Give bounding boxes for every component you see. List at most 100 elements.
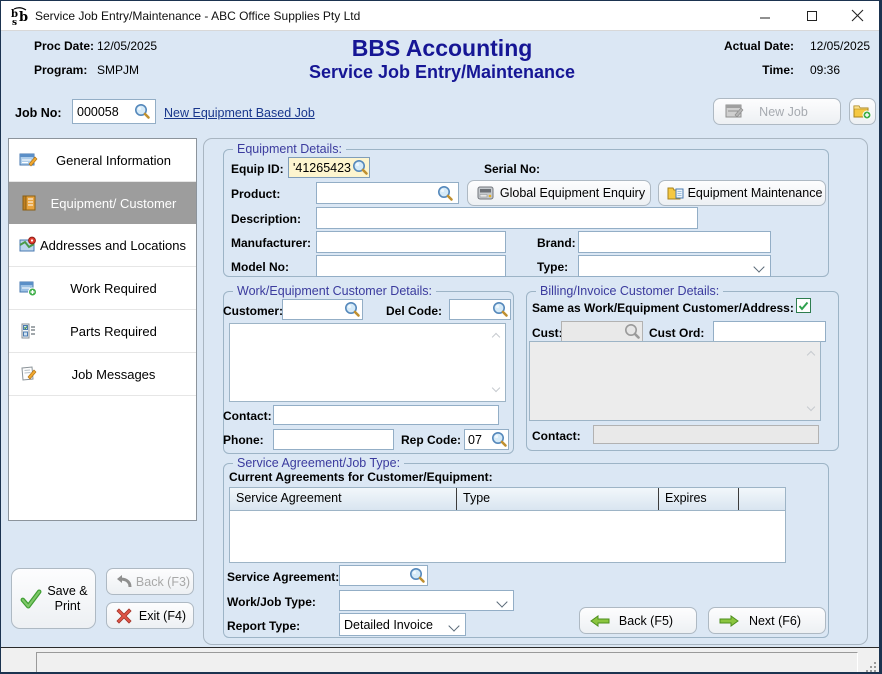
del-code-search-icon[interactable] — [492, 301, 509, 318]
note-pencil-icon — [16, 365, 41, 383]
form-pencil-icon — [16, 151, 41, 169]
exit-f4-label: Exit (F4) — [132, 609, 193, 623]
rep-code-value: 07 — [468, 433, 482, 447]
del-code-input[interactable] — [449, 299, 511, 320]
model-no-input[interactable] — [316, 255, 506, 277]
work-customer-title: Work/Equipment Customer Details: — [233, 284, 436, 298]
new-folder-button[interactable] — [849, 98, 876, 125]
service-agreement-label: Service Agreement: — [227, 570, 339, 584]
new-folder-icon — [853, 103, 872, 120]
scroll-down-icon — [807, 403, 815, 411]
work-job-type-label: Work/Job Type: — [227, 595, 316, 609]
work-address-textarea[interactable] — [229, 323, 506, 402]
save-print-button[interactable]: Save &Print — [11, 568, 96, 629]
scroll-up-icon — [807, 351, 815, 359]
manufacturer-input[interactable] — [316, 231, 506, 253]
manufacturer-label: Manufacturer: — [231, 236, 311, 250]
back-f3-button[interactable]: Back (F3) — [106, 568, 194, 595]
exit-x-icon — [116, 608, 132, 624]
phone-input[interactable] — [273, 429, 394, 450]
same-as-checkbox[interactable] — [796, 298, 811, 313]
new-job-icon — [725, 103, 745, 120]
sidebar-item-label: Job Messages — [41, 367, 196, 382]
column-type[interactable]: Type — [457, 488, 659, 510]
type-label: Type: — [537, 260, 568, 274]
screen-title: Service Job Entry/Maintenance — [1, 62, 882, 83]
sidebar: General Information Equipment/ Customer … — [8, 138, 197, 521]
agreements-table[interactable]: Service Agreement Type Expires — [229, 487, 786, 563]
service-agreement-input[interactable] — [339, 565, 428, 586]
cust-ord-input[interactable] — [713, 321, 826, 342]
cust-input[interactable] — [561, 321, 643, 342]
report-type-label: Report Type: — [227, 619, 300, 633]
chevron-down-icon — [496, 596, 507, 607]
scroll-up-icon[interactable] — [492, 333, 500, 341]
global-enquiry-label: Global Equipment Enquiry — [495, 186, 650, 200]
panel-add-icon — [16, 279, 41, 297]
current-agreements-label: Current Agreements for Customer/Equipmen… — [229, 470, 493, 484]
sidebar-item-equipment-customer[interactable]: Equipment/ Customer — [9, 182, 196, 224]
checkmark-icon — [798, 301, 809, 311]
description-label: Description: — [231, 212, 301, 226]
minimize-button[interactable] — [748, 1, 782, 30]
new-equipment-link[interactable]: New Equipment Based Job — [164, 106, 315, 120]
back-f5-button[interactable]: Back (F5) — [579, 607, 697, 634]
sidebar-item-label: Addresses and Locations — [40, 238, 196, 253]
cust-label: Cust: — [532, 326, 563, 340]
serial-no-label: Serial No: — [484, 162, 540, 176]
type-select[interactable] — [578, 255, 771, 277]
column-expires[interactable]: Expires — [659, 488, 739, 510]
service-agreement-title: Service Agreement/Job Type: — [233, 456, 404, 470]
global-equipment-enquiry-button[interactable]: Global Equipment Enquiry — [467, 180, 651, 206]
customer-search-icon[interactable] — [344, 301, 361, 318]
work-contact-input[interactable] — [273, 405, 499, 425]
job-search-icon[interactable] — [134, 103, 151, 120]
maximize-button[interactable] — [795, 1, 829, 30]
model-no-label: Model No: — [231, 260, 289, 274]
sidebar-item-work-required[interactable]: Work Required — [9, 267, 196, 310]
del-code-label: Del Code: — [386, 304, 442, 318]
time-label: Time: — [762, 63, 794, 77]
equip-id-input[interactable]: '41265423 — [288, 157, 370, 178]
next-f6-button[interactable]: Next (F6) — [708, 607, 826, 634]
close-button[interactable] — [840, 1, 874, 30]
sidebar-item-addresses-locations[interactable]: Addresses and Locations — [9, 224, 196, 267]
service-agreement-search-icon[interactable] — [409, 567, 426, 584]
sidebar-item-job-messages[interactable]: Job Messages — [9, 353, 196, 396]
save-print-label2: Print — [55, 599, 81, 613]
equip-id-search-icon[interactable] — [352, 159, 369, 176]
map-pin-icon — [16, 236, 40, 254]
actual-date-value: 12/05/2025 — [810, 39, 870, 53]
job-no-input[interactable]: 000058 — [72, 99, 156, 124]
exit-f4-button[interactable]: Exit (F4) — [106, 602, 194, 629]
sidebar-item-parts-required[interactable]: Parts Required — [9, 310, 196, 353]
customer-label: Customer: — [223, 304, 283, 318]
back-arrow-icon — [590, 615, 610, 627]
time-value: 09:36 — [810, 63, 840, 77]
resize-grip[interactable] — [864, 660, 876, 672]
customer-input[interactable] — [282, 299, 363, 320]
ledger-icon — [16, 194, 41, 212]
brand-input[interactable] — [578, 231, 771, 253]
product-search-icon[interactable] — [437, 185, 454, 202]
work-job-type-select[interactable] — [339, 590, 514, 611]
next-arrow-icon — [719, 615, 739, 627]
back-f3-label: Back (F3) — [133, 575, 193, 589]
product-input[interactable] — [316, 182, 459, 204]
brand-label: Brand: — [537, 236, 576, 250]
column-service-agreement[interactable]: Service Agreement — [230, 488, 457, 510]
new-job-button[interactable]: New Job — [713, 98, 841, 125]
description-input[interactable] — [316, 207, 698, 229]
rep-code-search-icon[interactable] — [491, 431, 508, 448]
scroll-down-icon[interactable] — [492, 384, 500, 392]
rep-code-input[interactable]: 07 — [464, 429, 509, 450]
report-type-select[interactable]: Detailed Invoice — [339, 613, 466, 636]
equipment-details-title: Equipment Details: — [233, 142, 346, 156]
rep-code-label: Rep Code: — [401, 433, 461, 447]
sidebar-item-general-information[interactable]: General Information — [9, 139, 196, 182]
chevron-down-icon — [753, 261, 764, 272]
equip-id-value: '41265423 — [293, 161, 351, 175]
svg-text:s: s — [12, 18, 17, 26]
equipment-maintenance-button[interactable]: Equipment Maintenance — [658, 180, 826, 206]
save-print-label1: Save & — [47, 584, 87, 598]
